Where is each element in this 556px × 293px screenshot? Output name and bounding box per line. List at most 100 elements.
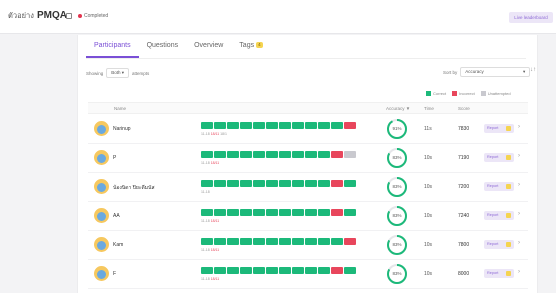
- answer-segment: [240, 238, 252, 245]
- answer-segment: [214, 238, 226, 245]
- answer-segment: [344, 238, 356, 245]
- answer-segment: [253, 151, 265, 158]
- legend-correct-swatch: [426, 91, 431, 96]
- showing-select[interactable]: Both ▾: [106, 68, 130, 78]
- answer-segment: [292, 267, 304, 274]
- flag-icon: [506, 242, 511, 247]
- answer-segment: [201, 180, 213, 187]
- answer-segment: [227, 238, 239, 245]
- score-value: 8000: [458, 271, 470, 277]
- accuracy-value: 83%: [392, 271, 402, 276]
- answer-segment: [292, 238, 304, 245]
- answer-segment: [214, 267, 226, 274]
- report-button[interactable]: Report: [484, 211, 514, 220]
- chevron-right-icon[interactable]: ›: [518, 124, 520, 130]
- participant-name[interactable]: Narinup: [113, 126, 131, 132]
- answer-summary-text: 11-18: [201, 132, 210, 136]
- answer-summary-red: 18/11: [210, 219, 220, 223]
- report-button[interactable]: Report: [484, 182, 514, 191]
- legend-incorrect-label: Incorrect: [459, 91, 475, 96]
- table-row[interactable]: Narinup 11-18 18/11 18/1 91% 11s 7830 Re…: [88, 115, 528, 144]
- answer-segment: [214, 180, 226, 187]
- table-row[interactable]: F 11-18 18/11 83% 10s 8000 Report ›: [88, 260, 528, 289]
- column-header-accuracy[interactable]: Accuracy ▼: [386, 106, 410, 111]
- table-row[interactable]: P 11-18 18/11 83% 10s 7190 Report ›: [88, 144, 528, 173]
- report-button[interactable]: Report: [484, 240, 514, 249]
- score-value: 7190: [458, 155, 470, 161]
- report-button[interactable]: Report: [484, 269, 514, 278]
- time-value: 10s: [424, 213, 433, 219]
- answer-summary: 11-18 18/11 18/1: [201, 132, 227, 136]
- tab-participants[interactable]: Participants: [86, 40, 139, 58]
- table-header: Name Accuracy ▼ Time Score: [88, 102, 528, 114]
- score-value: 7800: [458, 242, 470, 248]
- time-value: 11s: [424, 126, 432, 132]
- answer-segment: [279, 180, 291, 187]
- chevron-right-icon[interactable]: ›: [518, 182, 520, 188]
- status-badge: Completed: [78, 13, 108, 19]
- answer-summary-red: 18/11: [210, 161, 220, 165]
- answer-segment: [279, 209, 291, 216]
- answer-segment: [344, 209, 356, 216]
- time-value: 10s: [424, 271, 433, 277]
- sort-label: Sort by: [443, 69, 458, 75]
- tab-questions[interactable]: Questions: [139, 40, 187, 58]
- quiz-title-main: PMQA: [36, 10, 67, 21]
- sort-select[interactable]: Accuracy ▾: [460, 67, 531, 77]
- quiz-title-prefix: ตัวอย่าง: [8, 11, 34, 20]
- answer-segment: [344, 180, 356, 187]
- answer-segment: [266, 209, 278, 216]
- answer-segment: [318, 180, 330, 187]
- table-row[interactable]: น้องนิดา ปิยะดีมนัส 11-18 83% 10s 7200 R…: [88, 173, 528, 202]
- chevron-right-icon[interactable]: ›: [518, 211, 520, 217]
- answer-segment: [344, 122, 356, 129]
- answer-segment: [214, 122, 226, 129]
- answer-summary-red: 18/11: [210, 277, 220, 281]
- report-button-label: Report: [487, 155, 499, 159]
- answer-segment: [279, 151, 291, 158]
- chevron-right-icon[interactable]: ›: [518, 269, 520, 275]
- chevron-right-icon[interactable]: ›: [518, 240, 520, 246]
- table-row[interactable]: Kam 11-18 18/11 83% 10s 7800 Report ›: [88, 231, 528, 260]
- report-button[interactable]: Report: [484, 153, 514, 162]
- answer-summary-text: 11-18: [201, 248, 210, 252]
- column-header-score[interactable]: Score: [458, 106, 470, 111]
- report-button[interactable]: Report: [484, 124, 514, 133]
- live-leaderboard-button[interactable]: Live leaderboard: [509, 12, 553, 23]
- answer-segment: [240, 267, 252, 274]
- avatar: [94, 237, 109, 252]
- attempts-label: attempts: [132, 70, 150, 76]
- answer-segment: [331, 180, 343, 187]
- tab-tags[interactable]: Tags 4: [231, 40, 270, 58]
- legend-correct-label: Correct: [433, 91, 447, 96]
- showing-filter: Showing Both ▾ attempts: [86, 68, 149, 78]
- participant-name[interactable]: P: [113, 155, 116, 161]
- legend-unattempted-label: Unattempted: [487, 91, 511, 96]
- participant-name[interactable]: AA: [113, 213, 120, 219]
- chevron-right-icon[interactable]: ›: [518, 153, 520, 159]
- answer-segment: [292, 151, 304, 158]
- accuracy-value: 83%: [392, 155, 402, 160]
- chevron-down-icon: ▾: [523, 69, 526, 74]
- sort-direction-icon[interactable]: ↓↑: [530, 67, 536, 73]
- answer-segment: [266, 238, 278, 245]
- answer-summary-text: 11-18: [201, 277, 210, 281]
- participant-name[interactable]: F: [113, 271, 116, 277]
- column-header-time[interactable]: Time: [424, 106, 434, 111]
- answer-segment: [253, 209, 265, 216]
- edit-icon[interactable]: [66, 13, 72, 19]
- tab-overview[interactable]: Overview: [186, 40, 231, 58]
- participant-name[interactable]: Kam: [113, 242, 123, 248]
- time-value: 10s: [424, 184, 433, 190]
- answer-segment: [305, 209, 317, 216]
- flag-icon: [506, 155, 511, 160]
- answer-segment: [201, 209, 213, 216]
- table-row[interactable]: AA 11-18 18/11 83% 10s 7240 Report ›: [88, 202, 528, 231]
- sort-value: Accuracy: [465, 69, 484, 74]
- participant-name[interactable]: น้องนิดา ปิยะดีมนัส: [113, 184, 155, 192]
- column-header-name[interactable]: Name: [114, 106, 126, 111]
- legend-unattempted-swatch: [480, 91, 486, 96]
- accuracy-value: 83%: [392, 242, 402, 247]
- answer-segment: [305, 122, 317, 129]
- tab-label: Questions: [146, 42, 179, 49]
